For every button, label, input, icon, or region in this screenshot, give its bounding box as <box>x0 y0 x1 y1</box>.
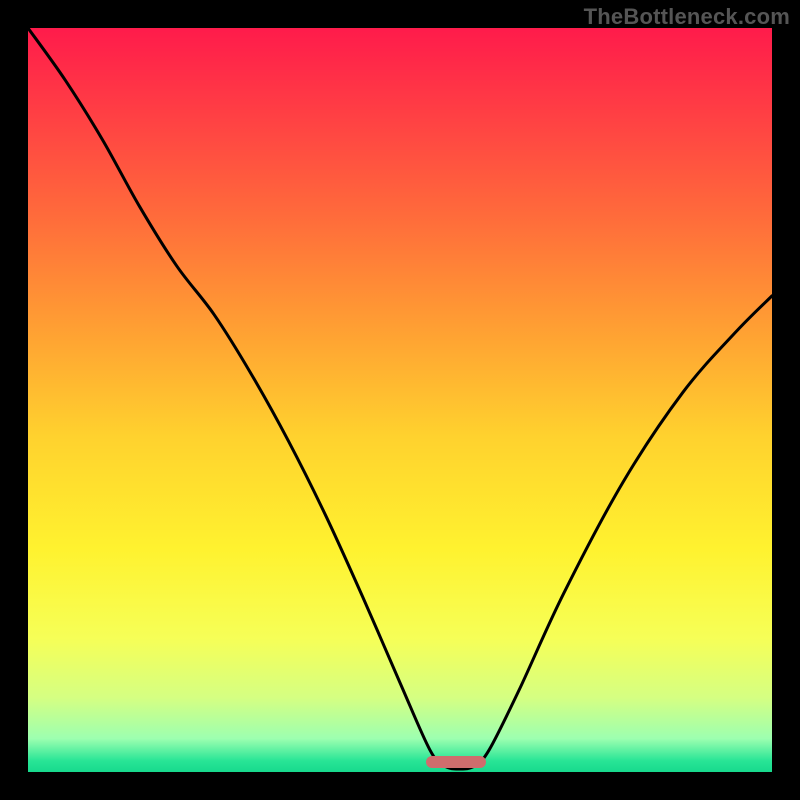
optimal-region-marker <box>426 756 486 768</box>
bottleneck-curve <box>28 28 772 772</box>
watermark-text: TheBottleneck.com <box>584 4 790 30</box>
plot-area <box>28 28 772 772</box>
chart-frame: TheBottleneck.com <box>0 0 800 800</box>
